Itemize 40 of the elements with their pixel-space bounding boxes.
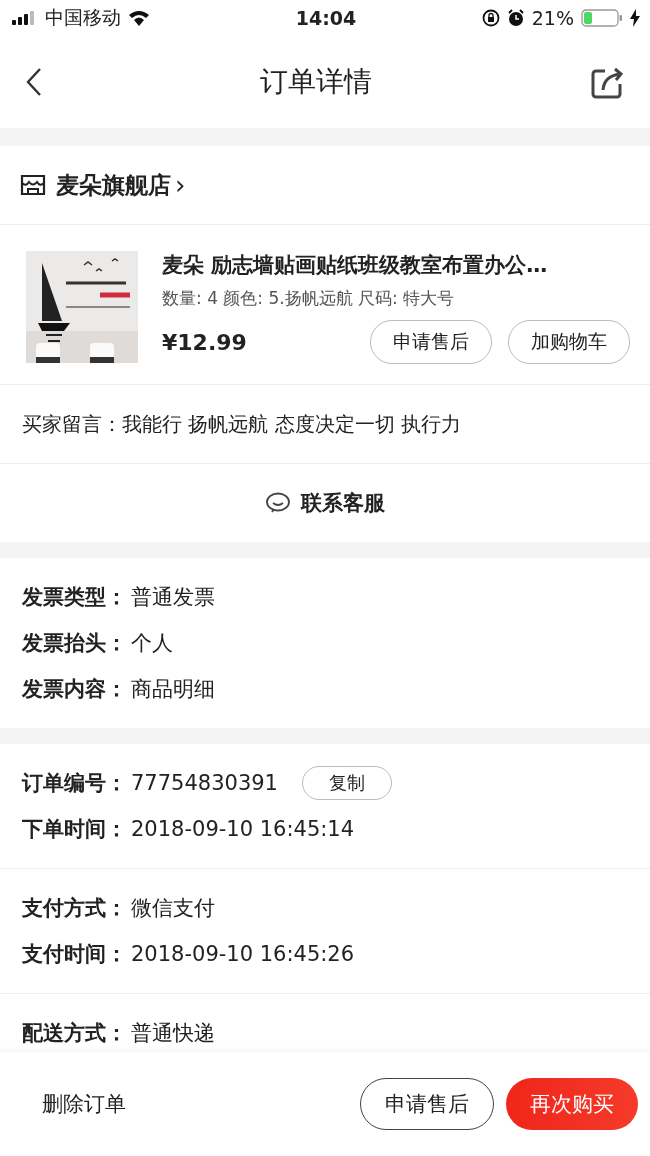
after-sales-button[interactable]: 申请售后 <box>360 1078 494 1130</box>
page-title: 订单详情 <box>260 64 372 100</box>
pill-button[interactable]: 加购物车 <box>508 320 630 364</box>
buy-again-button[interactable]: 再次购买 <box>506 1078 638 1130</box>
info-value: 商品明细 <box>131 676 215 703</box>
alarm-icon <box>506 9 525 27</box>
info-label: 发票类型： <box>22 584 127 611</box>
info-label: 发票内容： <box>22 676 127 703</box>
product-title[interactable]: 麦朵 励志墙贴画贴纸班级教室布置办公… <box>162 251 630 279</box>
charging-icon <box>630 9 640 27</box>
product-spec: 数量: 4 颜色: 5.扬帆远航 尺码: 特大号 <box>162 287 456 310</box>
info-label: 支付方式： <box>22 895 127 922</box>
info-label: 支付时间： <box>22 941 127 968</box>
info-value: 77754830391 <box>131 771 278 795</box>
copy-button[interactable]: 复制 <box>302 766 392 800</box>
chevron-icon: › <box>175 170 186 200</box>
info-value: 个人 <box>131 630 173 657</box>
buyer-message: 买家留言：我能行 扬帆远航 态度决定一切 执行力 <box>22 410 462 438</box>
info-label: 配送方式： <box>22 1020 127 1047</box>
info-value: 普通发票 <box>131 584 215 611</box>
battery-icon <box>581 9 623 27</box>
store-icon <box>20 173 46 197</box>
carrier-name: 中国移动 <box>45 5 121 30</box>
shop-link[interactable]: 麦朵旗舰店 <box>56 169 171 201</box>
info-label: 发票抬头： <box>22 630 127 657</box>
product-price: ¥12.99 <box>162 329 247 355</box>
info-value: 2018-09-10 16:45:26 <box>131 942 355 966</box>
clock-time: 14:04 <box>295 7 357 29</box>
battery-percent: 21% <box>531 7 574 29</box>
back-button[interactable] <box>26 67 42 97</box>
info-label: 下单时间： <box>22 816 127 843</box>
pill-button[interactable]: 申请售后 <box>370 320 492 364</box>
info-value: 微信支付 <box>131 895 215 922</box>
info-label: 订单编号： <box>22 770 127 797</box>
info-value: 普通快递 <box>131 1020 215 1047</box>
wifi-icon <box>128 10 150 26</box>
info-value: 2018-09-10 16:45:14 <box>131 817 355 841</box>
rotation-lock-icon <box>481 9 500 27</box>
delete-order-button[interactable]: 删除订单 <box>42 1090 126 1118</box>
chat-icon <box>265 492 291 514</box>
